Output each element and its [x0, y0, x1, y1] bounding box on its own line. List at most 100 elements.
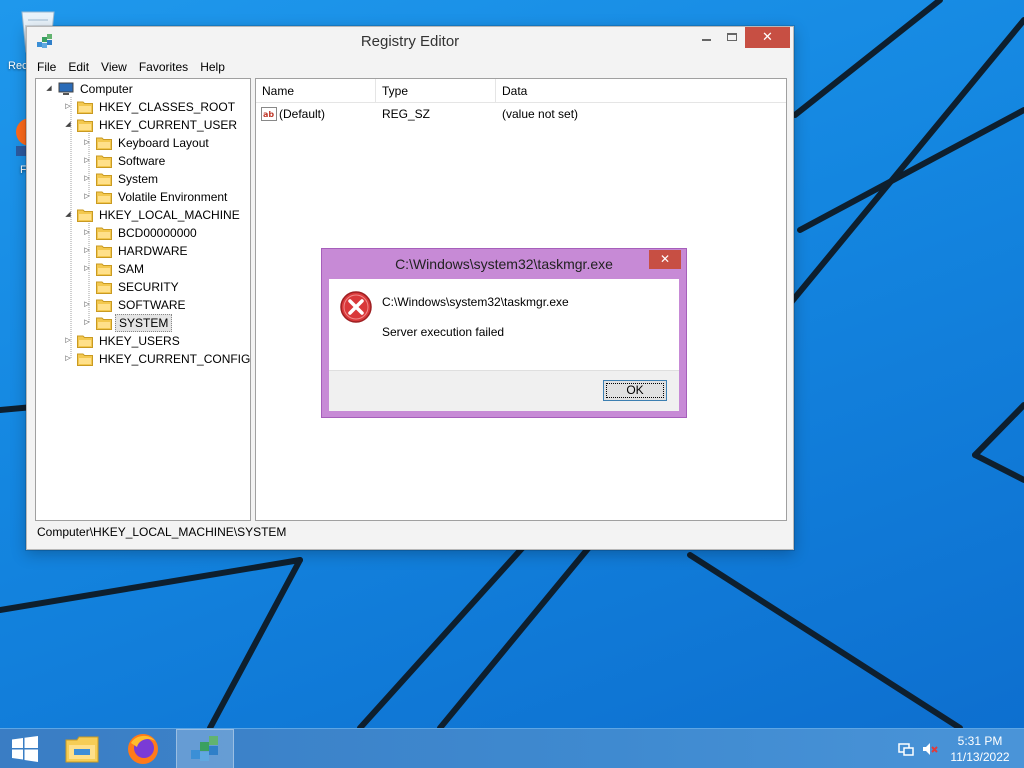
value-data: (value not set) — [502, 107, 579, 121]
menu-favorites[interactable]: Favorites — [133, 58, 194, 77]
expand-arrow-icon[interactable]: ▷ — [82, 260, 92, 278]
tree-node-label: System — [118, 172, 159, 186]
firefox-icon — [128, 734, 158, 764]
tree-node-label: SYSTEM — [115, 314, 173, 332]
value-row[interactable]: ab (Default) REG_SZ (value not set) — [256, 105, 786, 123]
tree-node-system[interactable]: ▷ SYSTEM — [82, 314, 250, 332]
tree-node-label: Keyboard Layout — [118, 136, 209, 150]
folder-icon — [96, 172, 112, 186]
tree-node-system[interactable]: ▷ System — [82, 170, 250, 188]
collapse-arrow-icon[interactable]: ◢ — [44, 80, 54, 98]
tree-node-hkey-users[interactable]: ▷ HKEY_USERS — [63, 332, 250, 350]
folder-icon — [77, 118, 93, 132]
maximize-icon — [727, 33, 737, 41]
expand-arrow-icon[interactable]: ▷ — [63, 350, 73, 368]
folder-icon — [96, 190, 112, 204]
tree-node-hkey-current-user[interactable]: ◢ HKEY_CURRENT_USER — [63, 116, 250, 134]
error-icon — [340, 291, 372, 326]
menu-bar: File Edit View Favorites Help — [31, 58, 231, 78]
svg-text:ab: ab — [263, 110, 274, 119]
tree-node-hkey-local-machine[interactable]: ◢ HKEY_LOCAL_MACHINE — [63, 206, 250, 224]
registry-tree[interactable]: ◢ Computer ▷ HKEY_CLASSES_ROOT ◢ HKEY_CURRENT… — [35, 78, 251, 521]
dialog-title[interactable]: C:\Windows\system32\taskmgr.exe — [322, 249, 686, 279]
close-button[interactable]: ✕ — [745, 27, 790, 48]
minimize-button[interactable] — [693, 27, 719, 48]
value-type: REG_SZ — [382, 107, 431, 121]
expand-arrow-icon[interactable]: ▷ — [82, 296, 92, 314]
tree-node-label: Software — [118, 154, 166, 168]
start-button[interactable] — [0, 729, 50, 768]
taskbar-clock[interactable]: 5:31 PM 11/13/2022 — [944, 733, 1016, 765]
list-header: Name Type Data — [256, 79, 786, 103]
tree-node-label: SAM — [118, 262, 145, 276]
tree-node-label: HKEY_CURRENT_USER — [99, 118, 238, 132]
clock-date: 11/13/2022 — [950, 750, 1010, 764]
expand-arrow-icon[interactable]: ▷ — [82, 134, 92, 152]
menu-file[interactable]: File — [31, 58, 62, 77]
expand-arrow-icon[interactable]: ▷ — [82, 224, 92, 242]
collapse-arrow-icon[interactable]: ◢ — [63, 116, 73, 134]
registry-editor-icon — [191, 736, 218, 761]
column-header-type[interactable]: Type — [376, 79, 496, 103]
tree-node-software[interactable]: ▷ Software — [82, 152, 250, 170]
expand-arrow-icon[interactable]: ▷ — [82, 188, 92, 206]
desktop-recycle-bin-label: Rec — [8, 60, 28, 72]
error-dialog: C:\Windows\system32\taskmgr.exe ✕ C:\Win… — [321, 248, 687, 418]
column-header-data[interactable]: Data — [496, 79, 786, 103]
tree-node-keyboard-layout[interactable]: ▷ Keyboard Layout — [82, 134, 250, 152]
tree-node-label: HARDWARE — [118, 244, 188, 258]
tree-node-computer[interactable]: ◢ Computer — [44, 80, 250, 98]
network-icon[interactable] — [898, 741, 914, 760]
expand-arrow-icon[interactable]: ▷ — [63, 98, 73, 116]
tree-node-label: SOFTWARE — [118, 298, 186, 312]
menu-edit[interactable]: Edit — [62, 58, 95, 77]
folder-icon — [77, 100, 93, 114]
expand-arrow-icon[interactable]: ▷ — [63, 332, 73, 350]
tree-node-sam[interactable]: ▷ SAM — [82, 260, 250, 278]
volume-muted-icon[interactable] — [922, 741, 938, 760]
expand-arrow-icon[interactable]: ▷ — [82, 314, 92, 332]
close-icon: ✕ — [762, 30, 773, 45]
tree-node-hardware[interactable]: ▷ HARDWARE — [82, 242, 250, 260]
file-explorer-icon — [65, 736, 99, 763]
collapse-arrow-icon[interactable]: ◢ — [63, 206, 73, 224]
window-title: Registry Editor — [360, 33, 460, 50]
folder-icon — [77, 334, 93, 348]
tree-node-volatile-environment[interactable]: ▷ Volatile Environment — [82, 188, 250, 206]
folder-icon — [96, 298, 112, 312]
tree-node-label: Volatile Environment — [118, 190, 228, 204]
tree-node-label: HKEY_CLASSES_ROOT — [99, 100, 236, 114]
tree-node-label: HKEY_LOCAL_MACHINE — [99, 208, 240, 222]
expand-arrow-icon[interactable]: ▷ — [82, 242, 92, 260]
folder-icon — [96, 262, 112, 276]
computer-icon — [58, 82, 74, 96]
ok-button[interactable]: OK — [603, 380, 667, 401]
expand-arrow-icon[interactable]: ▷ — [82, 170, 92, 188]
column-header-name[interactable]: Name — [256, 79, 376, 103]
title-bar[interactable]: Registry Editor ✕ — [27, 27, 793, 57]
dialog-footer: OK — [329, 370, 679, 411]
windows-logo-icon — [12, 736, 38, 762]
taskbar-file-explorer[interactable] — [56, 729, 108, 768]
menu-view[interactable]: View — [95, 58, 133, 77]
status-bar: Computer\HKEY_LOCAL_MACHINE\SYSTEM — [37, 525, 287, 539]
folder-icon — [96, 244, 112, 258]
tree-node-label: SECURITY — [118, 280, 179, 294]
maximize-button[interactable] — [719, 27, 745, 48]
value-name: (Default) — [279, 107, 326, 121]
tree-node-software[interactable]: ▷ SOFTWARE — [82, 296, 250, 314]
folder-icon — [96, 154, 112, 168]
tree-node-security[interactable]: SECURITY — [82, 278, 250, 296]
minimize-icon — [702, 39, 711, 41]
tree-node-bcd00000000[interactable]: ▷ BCD00000000 — [82, 224, 250, 242]
menu-help[interactable]: Help — [194, 58, 231, 77]
folder-icon — [96, 226, 112, 240]
expand-arrow-icon[interactable]: ▷ — [82, 152, 92, 170]
taskbar-registry-editor[interactable] — [176, 729, 234, 768]
tree-node-hkey-current-config[interactable]: ▷ HKEY_CURRENT_CONFIG — [63, 350, 250, 368]
tree-node-label: Computer — [80, 82, 133, 96]
dialog-close-button[interactable]: ✕ — [649, 250, 681, 269]
clock-time: 5:31 PM — [957, 734, 1003, 748]
tree-node-hkey-classes-root[interactable]: ▷ HKEY_CLASSES_ROOT — [63, 98, 250, 116]
taskbar-firefox[interactable] — [116, 729, 170, 768]
